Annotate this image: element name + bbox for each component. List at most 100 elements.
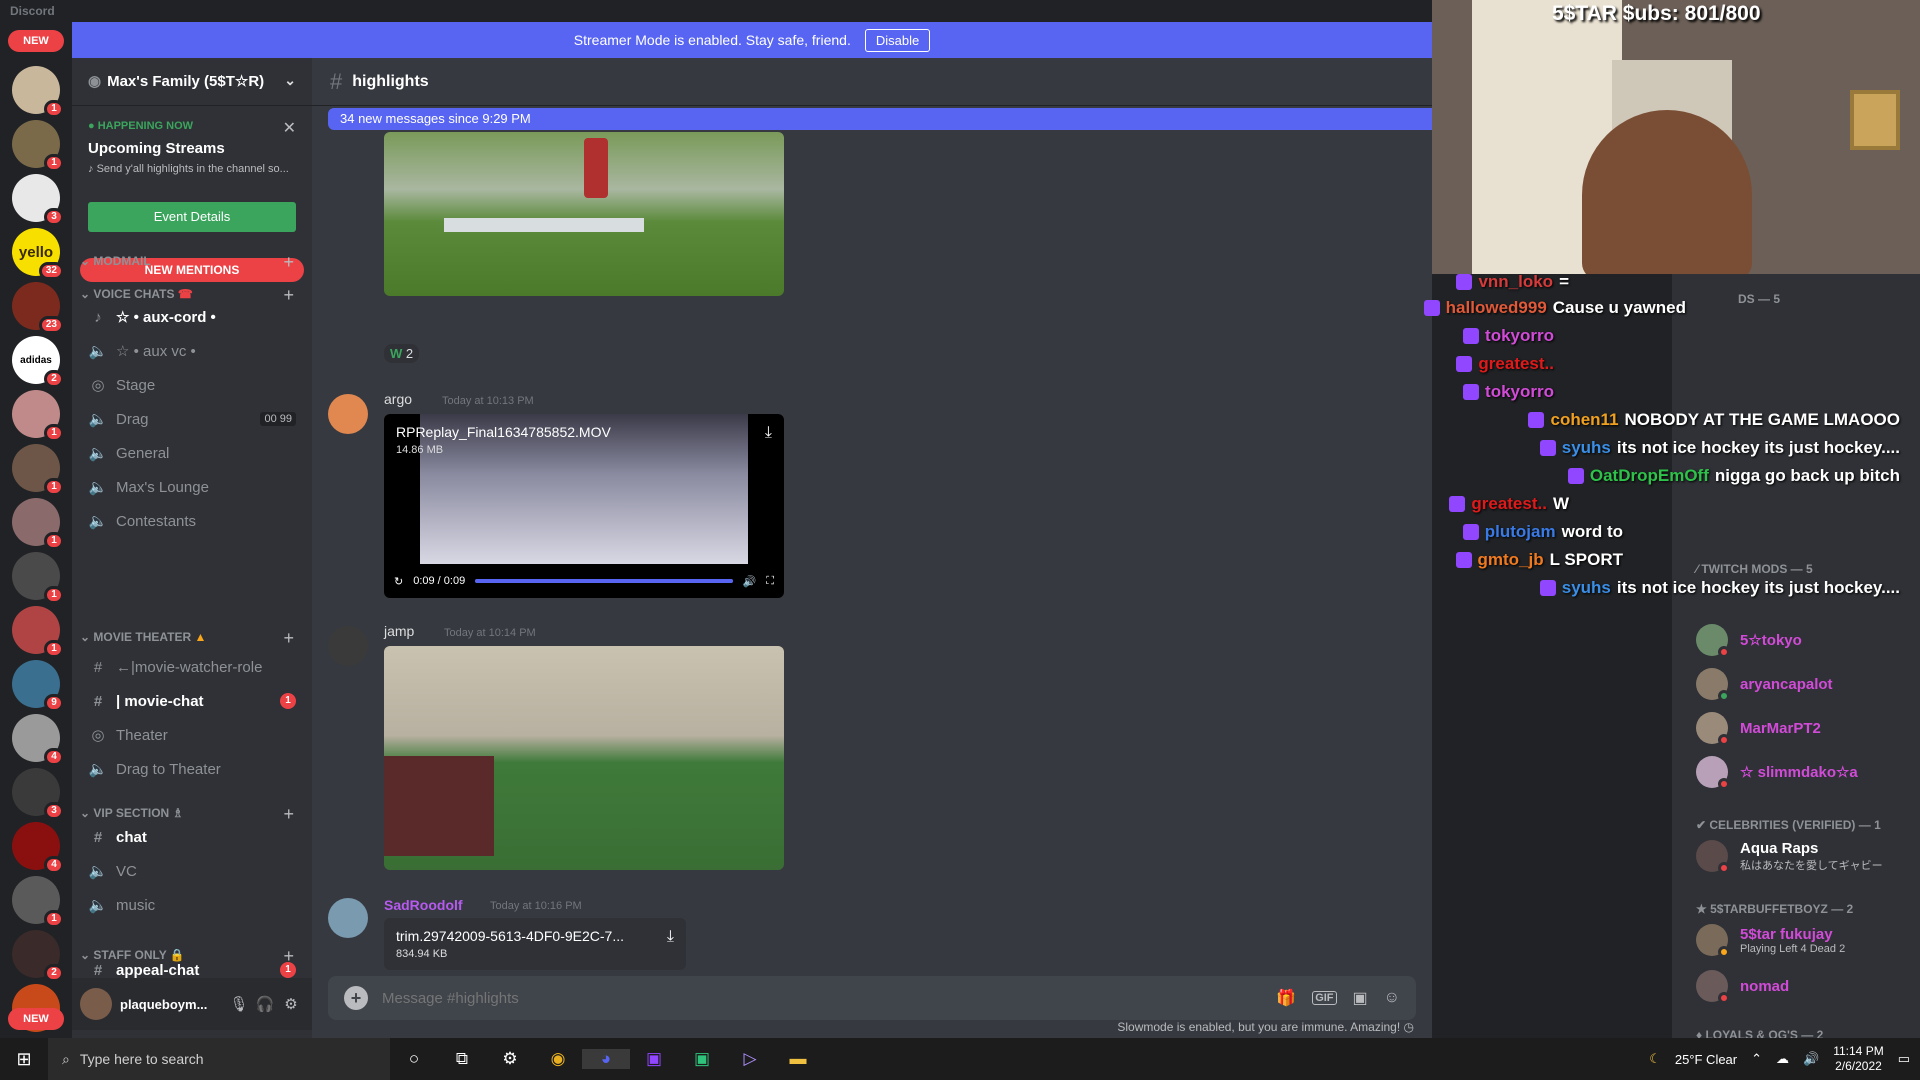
server-icon[interactable]: 1 (12, 66, 64, 118)
channel-appeal-chat[interactable]: # appeal-chat 1 (80, 960, 304, 980)
server-icon[interactable]: 2 (12, 930, 64, 982)
picture-frame-shape (1850, 90, 1900, 150)
member-item[interactable]: aryancapalot (1696, 664, 1833, 704)
chrome-icon[interactable]: ◉ (534, 1049, 582, 1069)
server-icon[interactable]: 4 (12, 714, 64, 766)
server-icon[interactable]: 1 (12, 606, 64, 658)
server-icon[interactable]: adidas 2 (12, 336, 64, 388)
add-channel-icon[interactable]: + (283, 252, 294, 273)
add-channel-icon[interactable]: + (283, 628, 294, 649)
server-icon[interactable]: yello 32 (12, 228, 64, 280)
server-icon[interactable]: 23 (12, 282, 64, 334)
avatar[interactable] (328, 898, 368, 938)
member-item[interactable]: MarMarPT2 (1696, 708, 1821, 748)
notification-icon[interactable]: ▭ (1898, 1051, 1910, 1067)
member-item[interactable]: 5☆tokyo (1696, 620, 1802, 660)
download-icon[interactable]: ⤓ (667, 928, 674, 946)
new-messages-bar[interactable]: 34 new messages since 9:29 PM (328, 108, 1432, 130)
media-player-icon[interactable]: ▷ (726, 1049, 774, 1069)
server-icon[interactable]: 9 (12, 660, 64, 712)
video-player[interactable]: RPReplay_Final1634785852.MOV 14.86 MB ⤓ … (384, 414, 784, 598)
close-icon[interactable]: ✕ (283, 118, 296, 138)
windows-start-icon[interactable]: ⊞ (0, 1049, 48, 1070)
twitch-chat-line: greatest.. W (1449, 494, 1569, 514)
chevron-up-icon[interactable]: ⌃ (1751, 1051, 1762, 1067)
member-item[interactable]: nomad (1696, 966, 1789, 1006)
server-icon[interactable]: 1 (12, 444, 64, 496)
channel-movie-watcher-role[interactable]: # ←|movie-watcher-role (80, 652, 304, 682)
member-item[interactable]: 5$tar fukujay Playing Left 4 Dead 2 (1696, 920, 1845, 960)
new-servers-pill-bottom[interactable]: NEW (8, 1008, 64, 1030)
channel-vc[interactable]: 🔈 VC (80, 856, 304, 886)
category-movie[interactable]: ⌄ MOVIE THEATER ▲ + (72, 628, 312, 652)
category-modmail[interactable]: ⌄ MODMAIL + (72, 252, 312, 276)
settings-icon[interactable]: ⚙ (486, 1049, 534, 1069)
microphone-icon[interactable]: 🎙 (226, 995, 252, 1013)
twitch-icon[interactable]: ▣ (630, 1049, 678, 1069)
channel-movie-chat[interactable]: # | movie-chat 1 (80, 686, 304, 716)
chat-username: greatest.. (1471, 494, 1547, 513)
attachment[interactable]: trim.29742009-5613-4DF0-9E2C-7... 834.94… (384, 918, 686, 970)
replay-icon[interactable]: ↻ (394, 575, 403, 588)
task-view-icon[interactable]: ⧉ (438, 1049, 486, 1069)
message-input[interactable] (382, 989, 1261, 1007)
channel-chat[interactable]: # chat (80, 822, 304, 852)
member-item[interactable]: ☆ slimmdako☆a (1696, 752, 1858, 792)
new-servers-pill-top[interactable]: NEW (8, 30, 64, 52)
server-icon[interactable]: 1 (12, 498, 64, 550)
discord-icon[interactable]: ◕ (582, 1049, 630, 1069)
clock[interactable]: 11:14 PM 2/6/2022 (1833, 1044, 1883, 1074)
channel-music[interactable]: 🔈 music (80, 890, 304, 920)
gear-icon[interactable]: ⚙ (278, 995, 304, 1013)
avatar[interactable] (328, 626, 368, 666)
channel-general[interactable]: 🔈 General (80, 438, 304, 468)
channel-contestants[interactable]: 🔈 Contestants (80, 506, 304, 536)
cortana-icon[interactable]: ○ (390, 1049, 438, 1069)
app-icon[interactable]: ▣ (678, 1049, 726, 1069)
sticker-icon[interactable]: ▣ (1353, 988, 1368, 1008)
member-item[interactable]: Aqua Raps 私はあなたを愛してギャビー (1696, 836, 1883, 876)
fullscreen-icon[interactable]: ⛶ (766, 575, 774, 588)
disable-button[interactable]: Disable (864, 28, 931, 52)
headphones-icon[interactable]: 🎧 (252, 995, 278, 1013)
medal-icon: ♗ (172, 806, 184, 820)
avatar[interactable] (80, 988, 112, 1020)
emoji-icon[interactable]: ☺ (1384, 989, 1400, 1007)
channel-aux-vc[interactable]: 🔈 ☆ • aux vc • (80, 336, 304, 366)
download-icon[interactable]: ⤓ (765, 424, 772, 442)
channel-theater[interactable]: ◎ Theater (80, 720, 304, 750)
file-explorer-icon[interactable]: ▬ (774, 1049, 822, 1069)
avatar[interactable] (328, 394, 368, 434)
gif-icon[interactable]: GIF (1312, 991, 1337, 1005)
add-attachment-icon[interactable]: + (344, 986, 368, 1010)
author-name[interactable]: argo (384, 391, 412, 407)
volume-icon[interactable]: 🔊 (1803, 1051, 1819, 1067)
server-icon[interactable]: 1 (12, 876, 64, 928)
channel-drag[interactable]: 🔈 Drag 00 99 (80, 404, 304, 434)
chat-message: = (1559, 272, 1569, 291)
channel-max-lounge[interactable]: 🔈 Max's Lounge (80, 472, 304, 502)
server-icon[interactable]: 1 (12, 390, 64, 442)
chevron-down-icon[interactable]: ⌄ (284, 72, 296, 89)
server-icon[interactable]: 4 (12, 822, 64, 874)
volume-icon[interactable]: 🔊 (743, 575, 757, 588)
event-details-button[interactable]: Event Details (88, 202, 296, 232)
server-header[interactable]: ◉ Max's Family (5$T☆R) ⌄ (72, 58, 312, 106)
reaction-w[interactable]: W 2 (384, 344, 420, 363)
server-icon[interactable]: 1 (12, 120, 64, 172)
server-icon[interactable]: 3 (12, 174, 64, 226)
author-name[interactable]: SadRoodolf (384, 897, 463, 913)
taskbar-search[interactable]: ⌕ Type here to search (48, 1038, 390, 1080)
channel-stage[interactable]: ◎ Stage (80, 370, 304, 400)
weather-text[interactable]: 25°F Clear (1675, 1052, 1737, 1067)
video-progress[interactable] (475, 579, 733, 583)
soccer-image[interactable] (384, 646, 784, 870)
network-icon[interactable]: ☁ (1776, 1051, 1789, 1067)
server-icon[interactable]: 1 (12, 552, 64, 604)
gift-icon[interactable]: 🎁 (1276, 988, 1296, 1008)
channel-drag-to-theater[interactable]: 🔈 Drag to Theater (80, 754, 304, 784)
channel-aux-cord[interactable]: ♪ ☆ • aux-cord • (80, 302, 304, 332)
bmx-image[interactable] (384, 132, 784, 296)
server-icon[interactable]: 3 (12, 768, 64, 820)
author-name[interactable]: jamp (384, 623, 414, 639)
